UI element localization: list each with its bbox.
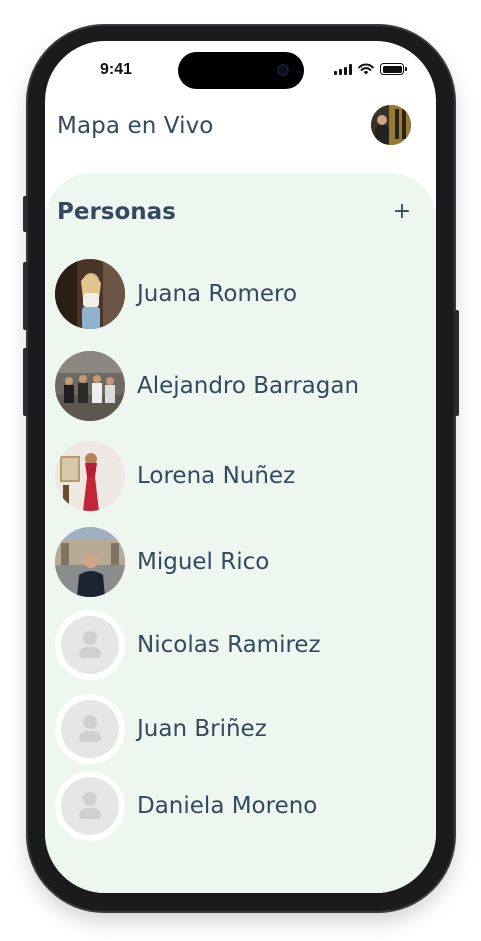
contact-name: Nicolas Ramirez <box>137 632 321 658</box>
wifi-icon <box>358 63 374 75</box>
avatar-placeholder <box>55 694 125 764</box>
contact-name: Miguel Rico <box>137 549 270 575</box>
volume-down-button <box>23 348 28 416</box>
contact-name: Juan Briñez <box>137 716 267 742</box>
contact-row[interactable]: Lorena Nuñez <box>55 439 395 513</box>
page-title: Mapa en Vivo <box>57 113 214 139</box>
app-header: Mapa en Vivo <box>45 101 436 161</box>
people-panel: Personas + Juana Romero Alejandro Barrag… <box>45 173 436 893</box>
avatar-placeholder <box>55 771 125 841</box>
user-icon <box>61 616 119 674</box>
avatar <box>55 351 125 421</box>
contact-row[interactable]: Alejandro Barragan <box>55 349 395 423</box>
volume-up-button <box>23 262 28 330</box>
power-button <box>454 310 459 416</box>
profile-avatar[interactable] <box>371 105 411 145</box>
user-icon <box>61 777 119 835</box>
avatar <box>55 441 125 511</box>
contact-row[interactable]: Juana Romero <box>55 257 395 331</box>
phone-frame: 9:41 Mapa en Vivo Personas + Juana Romer… <box>23 26 459 911</box>
battery-icon <box>380 63 407 75</box>
signal-icon <box>334 63 352 75</box>
add-person-button[interactable]: + <box>391 197 413 225</box>
avatar-placeholder <box>55 610 125 680</box>
user-icon <box>61 700 119 758</box>
status-bar: 9:41 <box>45 41 436 99</box>
contact-name: Juana Romero <box>137 281 298 307</box>
contact-row[interactable]: Nicolas Ramirez <box>55 608 395 682</box>
avatar <box>55 259 125 329</box>
avatar <box>55 527 125 597</box>
contact-row[interactable]: Miguel Rico <box>55 525 395 599</box>
contact-name: Daniela Moreno <box>137 793 318 819</box>
status-time: 9:41 <box>100 61 133 78</box>
status-icons <box>334 63 407 75</box>
contact-row[interactable]: Daniela Moreno <box>55 769 395 843</box>
people-title: Personas <box>57 199 176 225</box>
contact-name: Alejandro Barragan <box>137 373 360 399</box>
screen: 9:41 Mapa en Vivo Personas + Juana Romer… <box>45 41 436 893</box>
contact-name: Lorena Nuñez <box>137 463 296 489</box>
dynamic-island <box>178 52 304 89</box>
camera-icon <box>277 64 289 76</box>
contact-row[interactable]: Juan Briñez <box>55 692 395 766</box>
action-button <box>23 196 28 232</box>
